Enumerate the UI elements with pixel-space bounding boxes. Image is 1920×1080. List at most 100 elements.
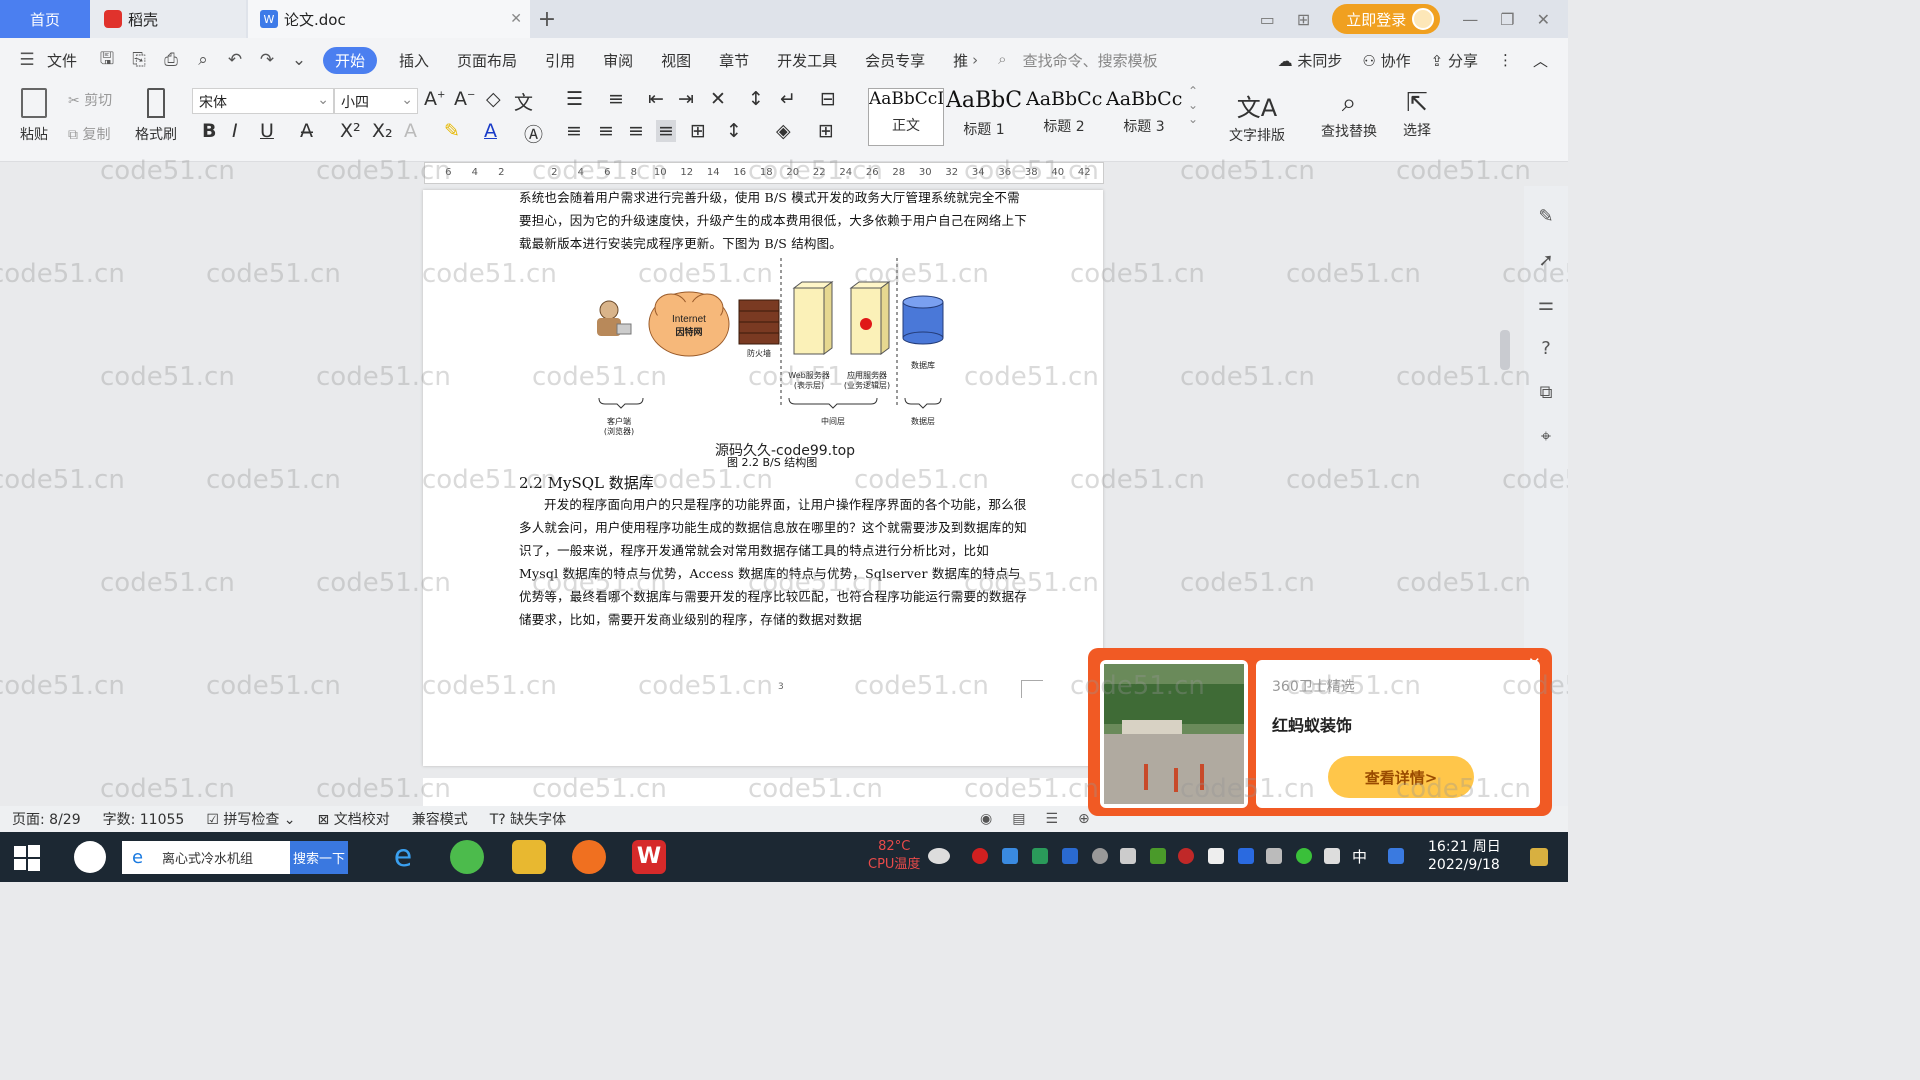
weather-icon[interactable] [928,848,950,864]
align-center-icon[interactable]: ≡ [598,120,614,142]
doc-check-button[interactable]: ⊠ 文档校对 [318,809,390,829]
command-search[interactable]: ⌕ 查找命令、搜索模板 [998,50,1157,71]
menu-view[interactable]: 视图 [647,50,705,71]
align-left-icon[interactable]: ≡ [566,120,582,142]
find-replace-button[interactable]: ⌕ 查找替换 [1314,88,1384,141]
navigation-icon[interactable]: ⌖ [1530,420,1562,452]
tray-app-icon[interactable] [1296,848,1312,864]
customize-chevron-icon[interactable]: ⌄ [288,49,310,71]
pointer-icon[interactable]: ➚ [1530,244,1562,276]
more-menu-chevron-icon[interactable]: › [972,51,978,69]
clock[interactable]: 16:21 周日 2022/9/18 [1428,838,1501,874]
subscript-icon[interactable]: X₂ [372,120,393,142]
bullet-list-icon[interactable]: ☰ [566,88,583,110]
styles-scroll-icon[interactable]: ⌃ ⌄ ⌄ [1188,84,1198,126]
browser-swirl-icon[interactable] [74,841,106,873]
decrease-indent-icon[interactable]: ⇤ [648,88,664,110]
tab-document[interactable]: W 论文.doc ✕ [248,0,530,38]
page-indicator[interactable]: 页面: 8/29 [12,809,81,829]
notification-icon[interactable] [1120,848,1136,864]
borders-icon[interactable]: ⊞ [818,120,834,142]
action-center-icon[interactable] [1530,848,1548,866]
tab-home[interactable]: 首页 [0,0,90,38]
print-icon[interactable]: ⎙ [160,49,182,71]
windows-start-icon[interactable] [14,845,40,871]
preview-icon[interactable]: ⌕ [192,49,214,71]
close-icon[interactable]: ✕ [1537,10,1550,29]
strikethrough-icon[interactable]: A̶ [300,120,313,142]
underline-icon[interactable]: U [260,120,274,142]
ad-close-icon[interactable]: ✕ [1528,654,1541,672]
justify-icon[interactable]: ≡ [656,120,676,142]
tab-stops-icon[interactable]: ⊟ [820,88,836,110]
shrink-font-icon[interactable]: A− [454,88,475,110]
redo-icon[interactable]: ↷ [256,49,278,71]
tray-app-icon[interactable] [1178,848,1194,864]
adjust-icon[interactable]: ⚌ [1530,288,1562,320]
outline-view-icon[interactable]: ☰ [1045,811,1058,827]
menu-home[interactable]: 开始 [323,46,378,74]
format-painter-button[interactable]: 格式刷 [132,88,180,144]
new-tab-button[interactable]: + [532,0,562,38]
align-right-icon[interactable]: ≡ [628,120,644,142]
tab-daoke[interactable]: 稻壳 [90,0,246,38]
wps-icon[interactable]: W [632,840,666,874]
clear-format-icon[interactable]: ◇ [486,88,501,110]
shading-icon[interactable]: ◈ [776,120,791,142]
taskbar-search-button[interactable]: 搜索一下 [290,841,348,874]
chinese-layout-icon[interactable]: ✕ [710,88,726,110]
ad-details-button[interactable]: 查看详情> [1328,756,1474,798]
hamburger-icon[interactable]: ☰ [16,49,38,71]
select-button[interactable]: ⇱ 选择 [1394,88,1440,140]
menu-developer[interactable]: 开发工具 [763,50,851,71]
chevron-down-icon[interactable]: ⌄ [1500,654,1513,672]
bold-icon[interactable]: B [202,120,216,142]
missing-font-button[interactable]: T? 缺失字体 [490,809,566,829]
text-effect-icon[interactable]: A [404,120,417,142]
style-heading-3[interactable]: AaBbCc 标题 3 [1106,88,1182,146]
layout-icon[interactable]: ▭ [1260,10,1275,29]
style-normal[interactable]: AaBbCcI 正文 [868,88,944,146]
superscript-icon[interactable]: X² [340,120,361,142]
green-browser-icon[interactable] [450,840,484,874]
copy-button[interactable]: ⧉ 复制 [68,124,110,144]
battery-icon[interactable] [1208,848,1224,864]
eye-protection-icon[interactable]: ◉ [980,811,992,827]
menu-insert[interactable]: 插入 [385,50,443,71]
shield-icon[interactable] [1062,848,1078,864]
collapse-ribbon-icon[interactable]: ︿ [1533,50,1548,71]
backup-icon[interactable]: ⧉ [1530,376,1562,408]
tray-app-icon[interactable] [1388,848,1404,864]
save-icon[interactable]: 🖫 [96,49,118,71]
char-border-icon[interactable]: Ⓐ [524,120,543,147]
restore-icon[interactable]: ❐ [1500,10,1514,29]
font-family-select[interactable]: 宋体 ⌄ [192,88,334,114]
more-icon[interactable]: ⋮ [1498,51,1513,69]
tray-app-icon[interactable] [1002,848,1018,864]
usb-icon[interactable] [1266,848,1282,864]
undo-icon[interactable]: ↶ [224,49,246,71]
menu-review[interactable]: 审阅 [589,50,647,71]
bluetooth-icon[interactable] [1238,848,1254,864]
page-view-icon[interactable]: ▤ [1012,811,1025,827]
web-view-icon[interactable]: ⊕ [1078,811,1090,827]
ad-popup[interactable]: 360卫士精选 红蚂蚁装饰 查看详情> ⌄ ✕ [1088,648,1552,816]
pen-icon[interactable]: ✎ [1530,200,1562,232]
scroll-thumb[interactable] [1500,330,1510,370]
cut-button[interactable]: ✂ 剪切 [68,90,112,110]
ie-icon[interactable]: e [386,840,420,874]
share-button[interactable]: ⇪ 分享 [1431,50,1478,71]
file-explorer-icon[interactable] [512,840,546,874]
font-color-icon[interactable]: A [484,120,497,142]
ime-indicator[interactable]: 中 [1352,846,1367,867]
distributed-icon[interactable]: ⊞ [690,120,706,142]
sort-icon[interactable]: ↕ [748,88,764,110]
collab-button[interactable]: ⚇ 协作 [1362,50,1410,71]
phonetic-icon[interactable]: 文 [514,88,533,115]
menu-page-layout[interactable]: 页面布局 [443,50,531,71]
horizontal-ruler[interactable]: 6 4 2 2 4 6 8 10 12 14 16 18 20 22 24 26 28 30 32 34 36 38 40 4… [424,162,1104,184]
line-spacing-icon[interactable]: ↕ [726,120,742,142]
menu-recommend[interactable]: 推 [939,50,972,71]
increase-indent-icon[interactable]: ⇥ [678,88,694,110]
tray-app-icon[interactable] [1032,848,1048,864]
